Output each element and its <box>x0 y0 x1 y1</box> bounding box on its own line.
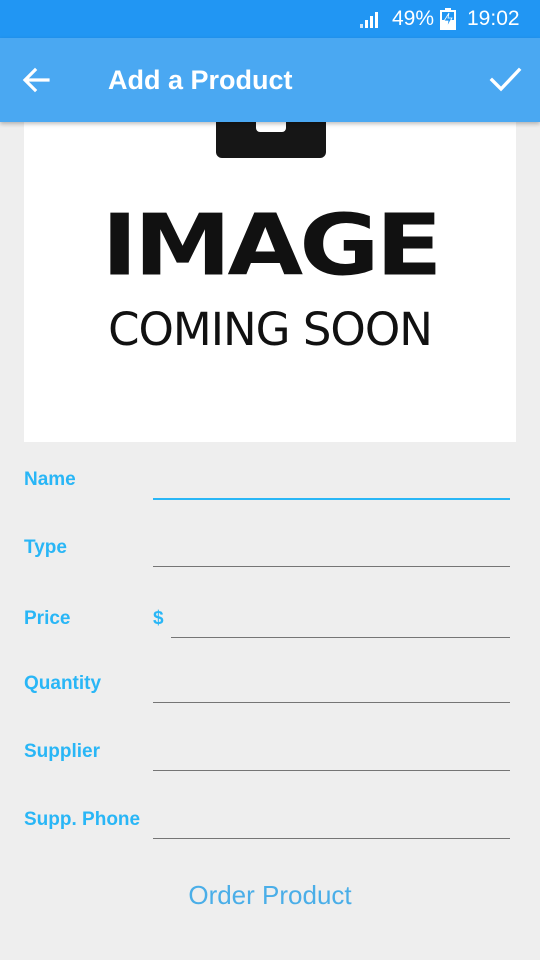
image-placeholder-title: IMAGE <box>101 196 442 296</box>
status-bar: 49% 19:02 <box>0 0 540 38</box>
check-icon[interactable] <box>486 60 524 98</box>
camera-window <box>256 122 286 132</box>
page-title: Add a Product <box>108 65 293 95</box>
supplier-label: Supplier <box>24 741 101 762</box>
image-placeholder-subtitle: COMING SOON <box>108 303 433 356</box>
name-field[interactable] <box>153 464 510 500</box>
battery-charging-icon <box>440 8 456 30</box>
product-image[interactable]: IMAGE COMING SOON <box>24 122 516 442</box>
name-label: Name <box>24 469 76 490</box>
supplier-phone-label: Supp. Phone <box>24 809 141 830</box>
back-arrow-icon[interactable] <box>18 62 54 98</box>
order-product-button[interactable]: Order Product <box>120 872 420 918</box>
status-time: 19:02 <box>467 7 520 30</box>
supplier-field[interactable] <box>153 735 510 771</box>
camera-graphic <box>216 122 326 158</box>
battery-percent: 49% <box>392 7 435 30</box>
app-bar: Add a Product <box>0 38 540 122</box>
type-field[interactable] <box>153 531 510 567</box>
add-product-screen: 49% 19:02 Add a Product IMAGE COMING SOO… <box>0 0 540 960</box>
quantity-field[interactable] <box>153 667 510 703</box>
signal-icon <box>360 12 378 28</box>
quantity-label: Quantity <box>24 673 102 694</box>
supplier-phone-field[interactable] <box>153 803 510 839</box>
price-field[interactable] <box>171 602 510 638</box>
type-label: Type <box>24 537 67 558</box>
price-label: Price <box>24 608 71 629</box>
currency-symbol: $ <box>153 608 164 629</box>
